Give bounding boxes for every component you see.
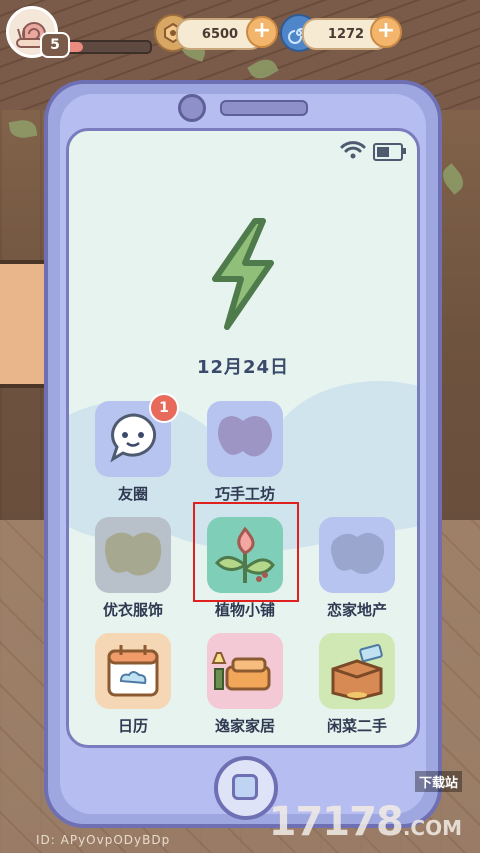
watermark-download: 下载站 bbox=[414, 771, 462, 792]
app-label: 优衣服饰 bbox=[102, 601, 163, 619]
home-square-icon bbox=[232, 774, 258, 800]
watermark-domain: .COM bbox=[402, 816, 462, 840]
camera-icon bbox=[178, 94, 206, 122]
app-real-estate[interactable]: 恋家地产 bbox=[317, 517, 397, 620]
app-label: 恋家地产 bbox=[326, 601, 387, 619]
calendar-icon bbox=[95, 633, 171, 709]
watermark: 下载站 17178.COM bbox=[268, 771, 462, 845]
locked-silhouette-icon bbox=[95, 517, 171, 593]
level-badge: 5 bbox=[40, 32, 70, 58]
add-swirl-button[interactable]: + bbox=[370, 16, 402, 48]
phone-screen: 12月24日 1 友圈 巧手工坊 优衣服饰 植物小铺 恋家地产 日历 逸家家居 … bbox=[66, 128, 420, 748]
app-furniture[interactable]: 逸家家居 bbox=[205, 633, 285, 736]
watermark-number: 17178 bbox=[268, 799, 404, 845]
app-label: 日历 bbox=[117, 717, 148, 735]
app-friends[interactable]: 1 友圈 bbox=[93, 393, 179, 504]
xp-bar bbox=[62, 40, 152, 54]
app-label: 闲菜二手 bbox=[326, 717, 387, 735]
app-second-hand[interactable]: 闲菜二手 bbox=[317, 633, 397, 736]
chat-bubble-icon: 1 bbox=[95, 393, 179, 477]
app-clothing[interactable]: 优衣服饰 bbox=[93, 517, 173, 620]
battery-icon bbox=[373, 143, 406, 161]
highlight-box bbox=[193, 502, 299, 602]
wifi-icon bbox=[340, 141, 366, 159]
app-label: 逸家家居 bbox=[214, 717, 275, 735]
notification-badge: 1 bbox=[149, 393, 179, 423]
user-id: ID: APyOvpODyBDp bbox=[36, 833, 171, 847]
box-icon bbox=[319, 633, 395, 709]
date-label: 12月24日 bbox=[196, 357, 290, 378]
speaker-slot bbox=[220, 100, 308, 116]
phone-device: 12月24日 1 友圈 巧手工坊 优衣服饰 植物小铺 恋家地产 日历 逸家家居 … bbox=[44, 80, 442, 828]
app-label: 巧手工坊 bbox=[214, 485, 275, 503]
add-wood-button[interactable]: + bbox=[246, 16, 278, 48]
sofa-icon bbox=[207, 633, 283, 709]
locked-silhouette-icon bbox=[319, 517, 395, 593]
app-crafting-workshop[interactable]: 巧手工坊 bbox=[205, 401, 285, 504]
app-label: 友圈 bbox=[117, 485, 148, 503]
locked-silhouette-icon bbox=[207, 401, 283, 477]
lightning-logo-icon bbox=[212, 218, 274, 330]
app-calendar[interactable]: 日历 bbox=[93, 633, 173, 736]
app-label: 植物小铺 bbox=[214, 601, 275, 619]
